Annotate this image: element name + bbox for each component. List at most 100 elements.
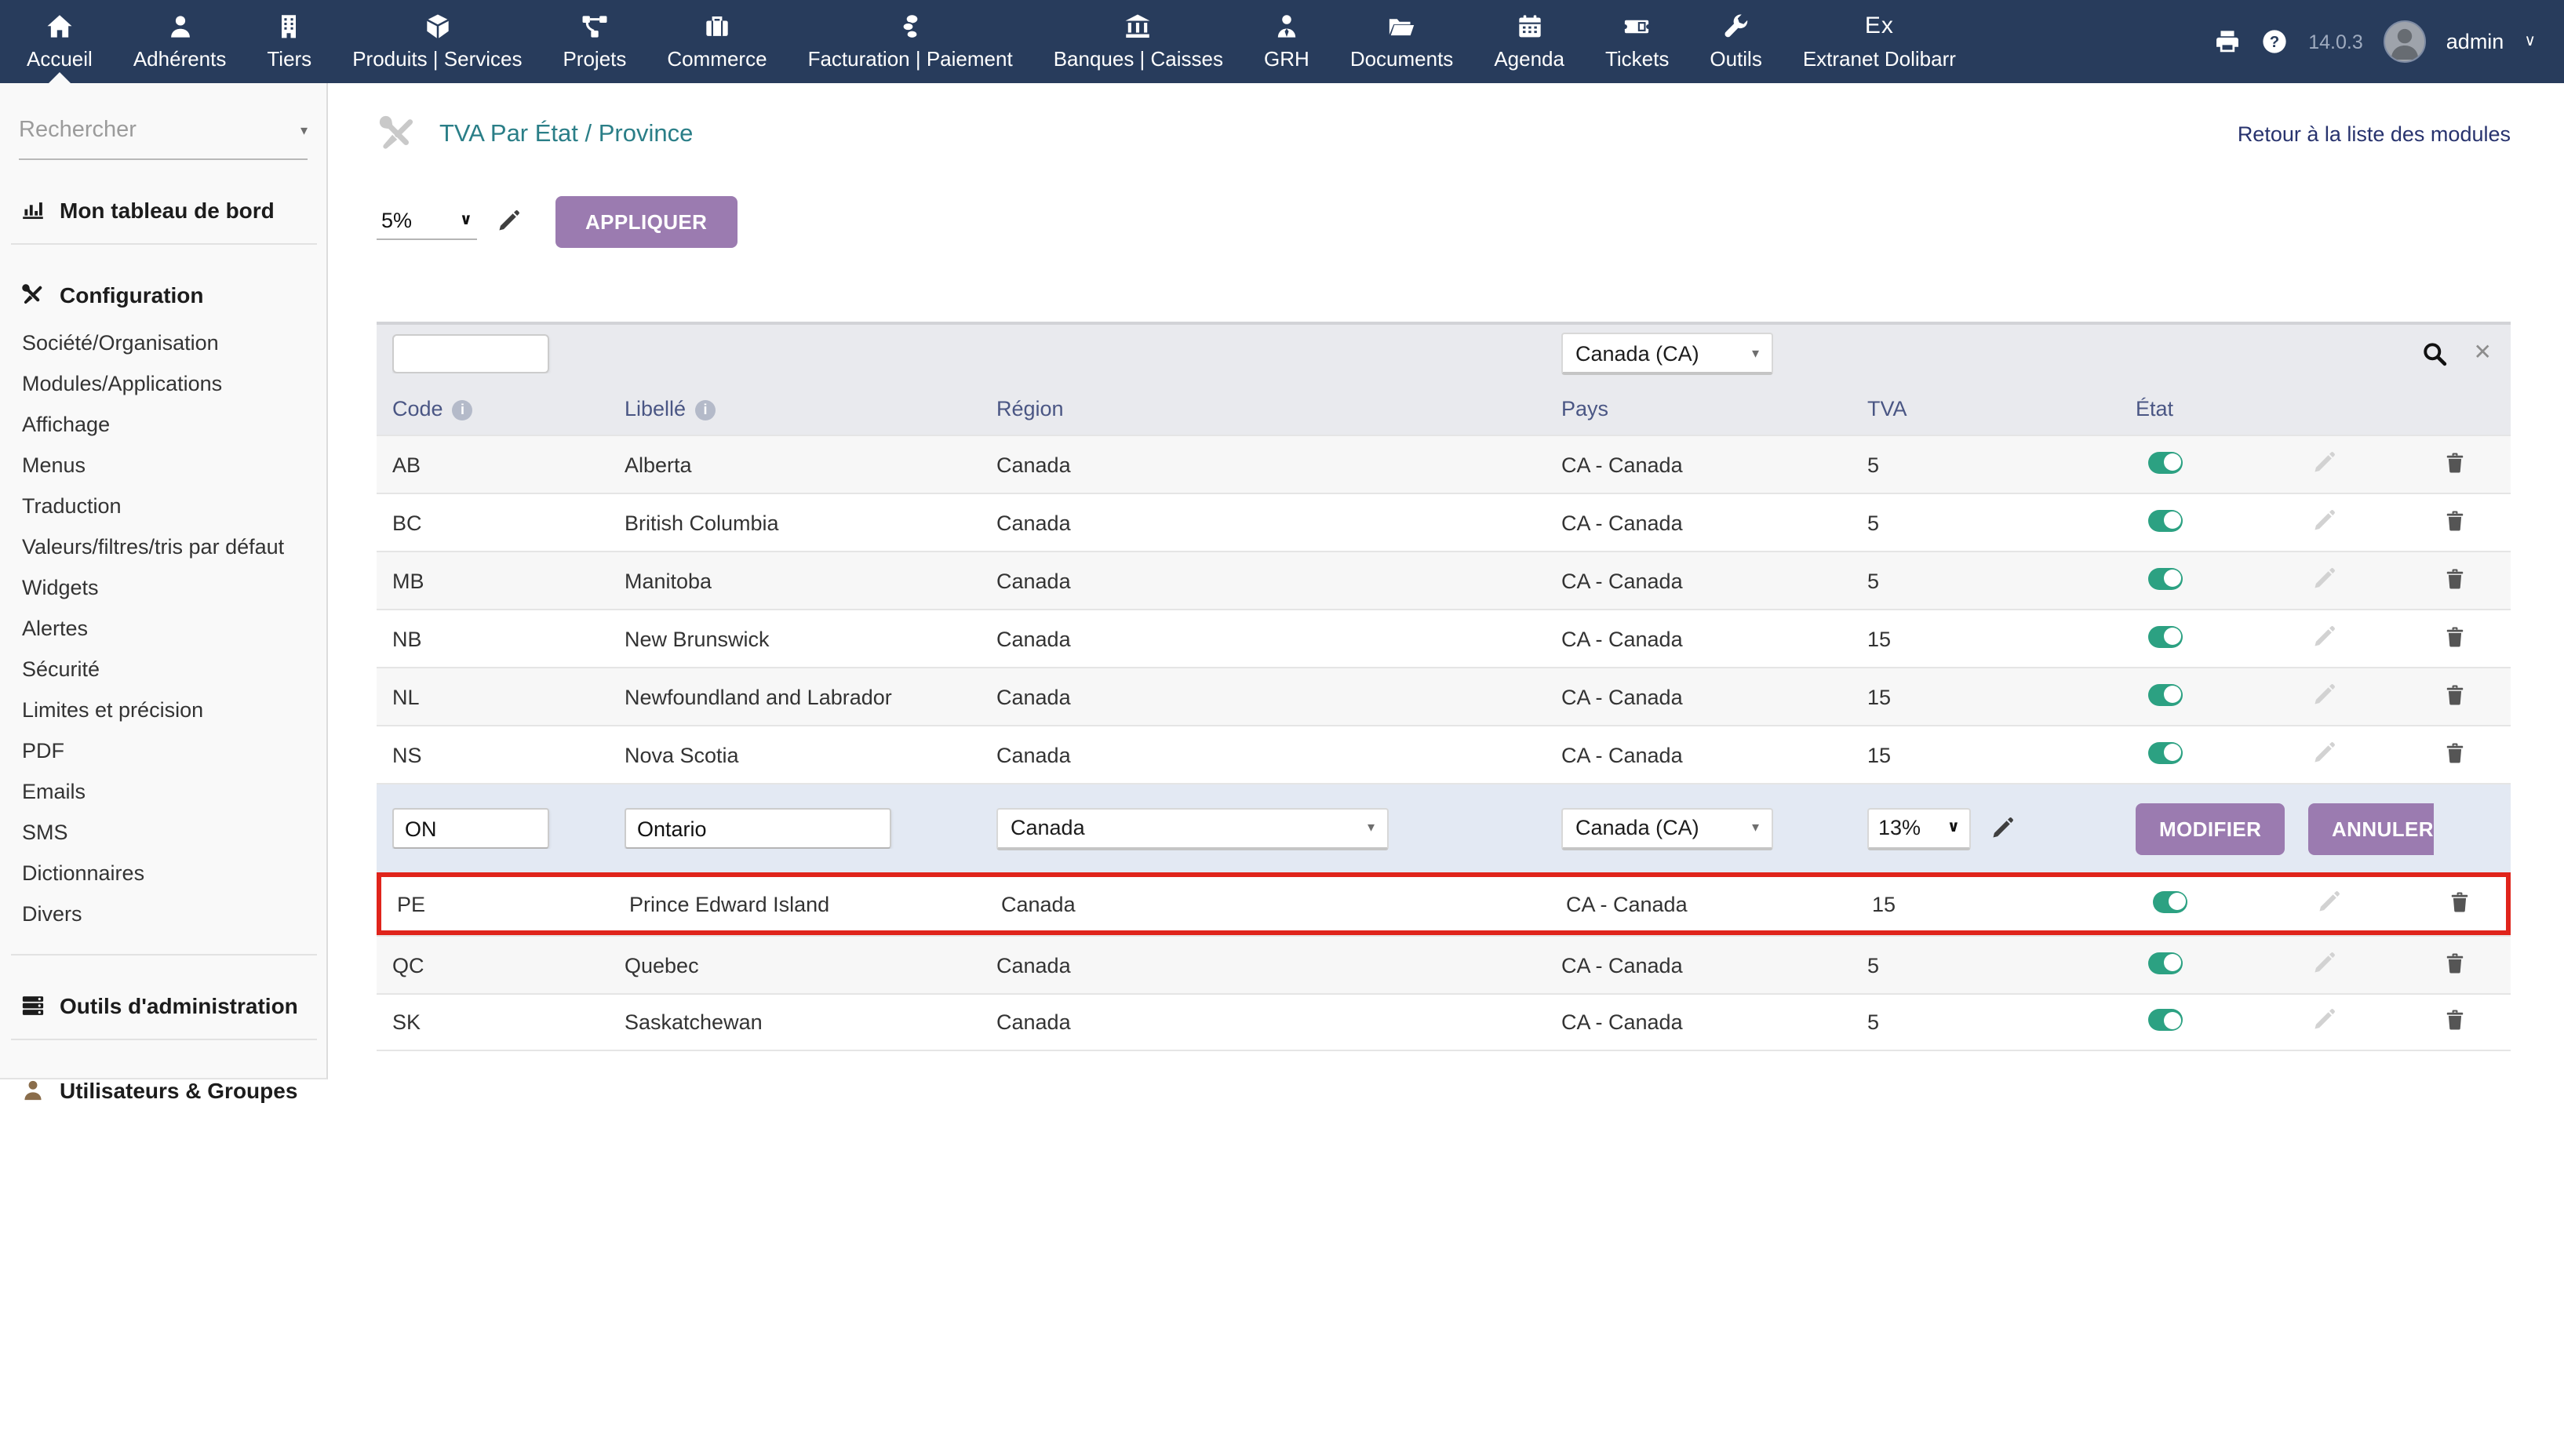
nav-item-accueil[interactable]: Accueil: [6, 0, 113, 83]
code-filter-input[interactable]: [392, 334, 549, 373]
modify-button[interactable]: MODIFIER: [2136, 803, 2285, 854]
delete-trash-icon[interactable]: [2443, 1007, 2467, 1032]
nav-item-tiers[interactable]: Tiers: [246, 0, 332, 83]
sidebar-item-affichage[interactable]: Affichage: [0, 403, 326, 444]
nav-item-adherents[interactable]: Adhérents: [113, 0, 247, 83]
col-header-libelle[interactable]: Libelléi: [625, 397, 996, 420]
edit-rate-pencil-icon[interactable]: [496, 209, 521, 234]
sidebar-item-traduction[interactable]: Traduction: [0, 485, 326, 526]
printer-icon[interactable]: [2214, 28, 2241, 55]
nav-item-produits-services[interactable]: Produits | Services: [332, 0, 542, 83]
delete-trash-icon[interactable]: [2443, 624, 2467, 649]
vat-select[interactable]: 13% ∨: [1867, 807, 1971, 850]
country-filter-select[interactable]: Canada (CA) ▾: [1561, 333, 1773, 375]
edit-pencil-icon[interactable]: [2311, 950, 2336, 975]
state-toggle-on[interactable]: [2148, 683, 2183, 705]
table-row-nl: NL Newfoundland and Labrador Canada CA -…: [377, 667, 2511, 725]
nav-item-projets[interactable]: Projets: [542, 0, 646, 83]
sidebar-item-emails[interactable]: Emails: [0, 770, 326, 811]
state-toggle-on[interactable]: [2148, 952, 2183, 974]
sidebar-item-sms[interactable]: SMS: [0, 811, 326, 852]
col-header-tva[interactable]: TVA: [1867, 397, 2136, 420]
sidebar-item-valeurs-filtres[interactable]: Valeurs/filtres/tris par défaut: [0, 526, 326, 566]
search-icon[interactable]: [2421, 340, 2448, 367]
sidebar-item-dashboard[interactable]: Mon tableau de bord: [20, 198, 314, 223]
sidebar-item-alertes[interactable]: Alertes: [0, 607, 326, 648]
edit-pencil-icon[interactable]: [2316, 889, 2341, 914]
edit-pencil-icon[interactable]: [2311, 624, 2336, 649]
nav-item-tickets[interactable]: Tickets: [1585, 0, 1689, 83]
state-toggle-on[interactable]: [2148, 509, 2183, 531]
sidebar-item-configuration[interactable]: Configuration: [20, 282, 314, 308]
table-row-nb: NB New Brunswick Canada CA - Canada 15: [377, 609, 2511, 667]
nav-item-banques-caisses[interactable]: Banques | Caisses: [1033, 0, 1244, 83]
sidebar-item-utilisateurs-groupes[interactable]: Utilisateurs & Groupes: [20, 1078, 314, 1103]
vat-rate-select[interactable]: 5% ∨: [377, 202, 477, 240]
delete-trash-icon[interactable]: [2443, 566, 2467, 591]
clear-filter-icon[interactable]: ✕: [2474, 339, 2492, 366]
chevron-down-icon[interactable]: ∨: [2524, 33, 2536, 50]
col-header-pays[interactable]: Pays: [1561, 397, 1867, 420]
edit-pencil-icon[interactable]: [2311, 740, 2336, 765]
delete-trash-icon[interactable]: [2443, 508, 2467, 533]
col-header-etat[interactable]: État: [2136, 397, 2308, 420]
sidebar-item-divers[interactable]: Divers: [0, 893, 326, 934]
label-input[interactable]: [625, 808, 891, 849]
state-toggle-on[interactable]: [2148, 451, 2183, 473]
edit-pencil-icon[interactable]: [2311, 566, 2336, 591]
edit-pencil-icon[interactable]: [2311, 508, 2336, 533]
sidebar-item-limites-precision[interactable]: Limites et précision: [0, 689, 326, 730]
col-header-region[interactable]: Région: [996, 397, 1561, 420]
avatar[interactable]: [2384, 20, 2426, 63]
nav-item-extranet-dolibarr[interactable]: ExExtranet Dolibarr: [1783, 0, 1976, 83]
table-row-edit-on: Canada ▾ Canada (CA) ▾ 13% ∨: [377, 783, 2511, 872]
calendar-icon: [1515, 13, 1543, 41]
sidebar-item-menus[interactable]: Menus: [0, 444, 326, 485]
delete-trash-icon[interactable]: [2448, 889, 2471, 914]
table-row-pe-highlighted: PE Prince Edward Island Canada CA - Cana…: [377, 872, 2511, 935]
delete-trash-icon[interactable]: [2443, 450, 2467, 475]
col-header-code[interactable]: Codei: [392, 397, 625, 420]
avatar-person-icon: [2387, 24, 2423, 60]
edit-pencil-icon[interactable]: [2311, 1007, 2336, 1032]
edit-pencil-icon[interactable]: [2311, 450, 2336, 475]
table-row-ns: NS Nova Scotia Canada CA - Canada 15: [377, 725, 2511, 783]
state-toggle-on[interactable]: [2148, 741, 2183, 763]
sidebar-item-pdf[interactable]: PDF: [0, 730, 326, 770]
region-select[interactable]: Canada ▾: [996, 807, 1389, 850]
divider: [11, 954, 317, 956]
sidebar-item-outils-administration[interactable]: Outils d'administration: [20, 993, 314, 1018]
edit-vat-pencil-icon[interactable]: [1990, 816, 2015, 841]
delete-trash-icon[interactable]: [2443, 950, 2467, 975]
sidebar-item-modules-applications[interactable]: Modules/Applications: [0, 362, 326, 403]
back-to-modules-link[interactable]: Retour à la liste des modules: [2238, 122, 2511, 146]
apply-button[interactable]: APPLIQUER: [555, 195, 737, 247]
nav-item-facturation-paiement[interactable]: Facturation | Paiement: [788, 0, 1033, 83]
sidebar-item-dictionnaires[interactable]: Dictionnaires: [0, 852, 326, 893]
code-input[interactable]: [392, 808, 549, 849]
nav-item-documents[interactable]: Documents: [1330, 0, 1474, 83]
sidebar-item-societe-organisation[interactable]: Société/Organisation: [0, 322, 326, 362]
nav-item-agenda[interactable]: Agenda: [1473, 0, 1585, 83]
help-icon[interactable]: [2261, 28, 2288, 55]
nav-item-outils[interactable]: Outils: [1689, 0, 1782, 83]
cancel-button[interactable]: ANNULER: [2308, 803, 2434, 854]
delete-trash-icon[interactable]: [2443, 740, 2467, 765]
table-head: Canada (CA) ▾ ✕ Codei Libelléi Région Pa…: [377, 322, 2511, 435]
search-input[interactable]: Rechercher ▾: [19, 118, 308, 160]
state-toggle-on[interactable]: [2148, 567, 2183, 589]
state-toggle-on[interactable]: [2148, 1009, 2183, 1031]
sidebar-item-widgets[interactable]: Widgets: [0, 566, 326, 607]
edit-pencil-icon[interactable]: [2311, 682, 2336, 707]
divider: [11, 1039, 317, 1040]
user-icon: [20, 1078, 46, 1103]
user-menu[interactable]: admin: [2446, 30, 2504, 53]
state-toggle-on[interactable]: [2148, 625, 2183, 647]
country-select[interactable]: Canada (CA) ▾: [1561, 807, 1773, 850]
coins-icon: [896, 13, 924, 41]
state-toggle-on[interactable]: [2153, 890, 2187, 912]
nav-item-commerce[interactable]: Commerce: [646, 0, 787, 83]
nav-item-grh[interactable]: GRH: [1244, 0, 1330, 83]
delete-trash-icon[interactable]: [2443, 682, 2467, 707]
sidebar-item-securite[interactable]: Sécurité: [0, 648, 326, 689]
